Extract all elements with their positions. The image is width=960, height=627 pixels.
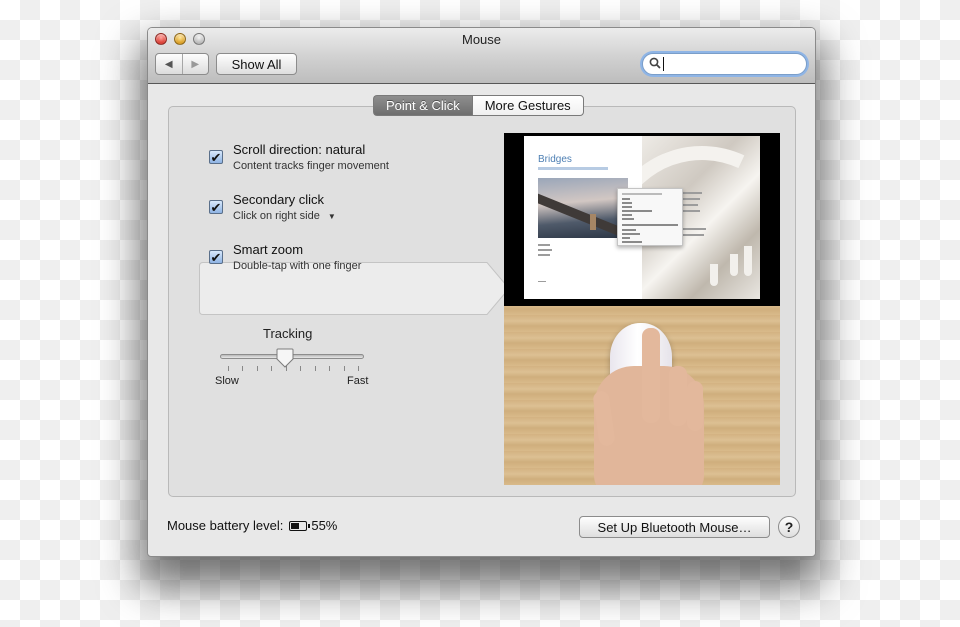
preview-screen-image: Bridges	[504, 133, 780, 304]
battery-label: Mouse battery level:	[167, 518, 284, 533]
back-forward-control: ◀ ▶	[155, 53, 209, 75]
slider-tick	[242, 366, 244, 371]
show-all-button[interactable]: Show All	[216, 53, 297, 75]
document-title: Bridges	[538, 154, 572, 165]
smart-zoom-checkbox[interactable]: ✔	[209, 250, 223, 264]
slider-tick	[228, 366, 229, 371]
popup-value: Click on right side	[233, 210, 320, 222]
slider-tick	[358, 366, 359, 371]
gesture-preview: Bridges	[504, 133, 780, 485]
chevron-down-icon: ▼	[327, 212, 336, 221]
forward-button[interactable]: ▶	[181, 54, 209, 74]
window-title: Mouse	[461, 32, 502, 47]
tab-bar: Point & Click More Gestures	[373, 95, 584, 116]
help-button[interactable]: ?	[778, 516, 800, 538]
option-description: Content tracks finger movement	[233, 160, 389, 172]
slider-tick	[271, 366, 273, 371]
search-field[interactable]	[642, 53, 807, 75]
slider-min-label: Slow	[215, 375, 239, 387]
triangle-right-icon: ▶	[191, 58, 200, 70]
slider-tick	[329, 366, 331, 371]
tab-more-gestures[interactable]: More Gestures	[471, 95, 584, 116]
secondary-click-popup[interactable]: Click on right side ▼	[233, 210, 336, 222]
battery-percent: 55%	[311, 518, 338, 533]
option-label: Smart zoom	[233, 242, 304, 257]
scroll-direction-checkbox[interactable]: ✔	[209, 150, 223, 164]
checkmark-icon: ✔	[210, 249, 222, 265]
tracking-label: Tracking	[263, 326, 313, 341]
battery-status: Mouse battery level: 55%	[167, 518, 337, 533]
mouse-preferences-window: Mouse ◀ ▶ Show All Point & Click More Ge…	[147, 27, 816, 557]
context-menu-illustration	[617, 188, 683, 246]
question-mark-icon: ?	[784, 519, 794, 535]
slider-tick	[300, 366, 302, 371]
battery-icon	[289, 520, 311, 531]
back-button[interactable]: ◀	[156, 54, 182, 74]
option-label: Secondary click	[233, 192, 325, 207]
option-label: Scroll direction: natural	[233, 142, 366, 157]
tab-point-and-click[interactable]: Point & Click	[373, 95, 472, 116]
tracking-slider-thumb[interactable]	[276, 348, 294, 368]
checkmark-icon: ✔	[210, 149, 222, 165]
checkmark-icon: ✔	[210, 199, 222, 215]
slider-tick	[343, 366, 345, 371]
document-subtitle	[538, 167, 608, 170]
triangle-left-icon: ◀	[164, 58, 173, 70]
text-cursor	[663, 57, 664, 71]
slider-tick	[314, 366, 316, 371]
toolbar: Mouse ◀ ▶ Show All	[148, 28, 815, 84]
secondary-click-checkbox[interactable]: ✔	[209, 200, 223, 214]
hand-on-mouse-video	[504, 306, 780, 485]
option-description: Double-tap with one finger	[233, 260, 362, 272]
slider-tick	[256, 366, 258, 371]
search-icon	[649, 57, 661, 72]
battery-fill	[291, 522, 300, 529]
slider-max-label: Fast	[347, 375, 369, 387]
set-up-bluetooth-mouse-button[interactable]: Set Up Bluetooth Mouse…	[579, 516, 770, 538]
bridge-photo	[538, 178, 628, 238]
